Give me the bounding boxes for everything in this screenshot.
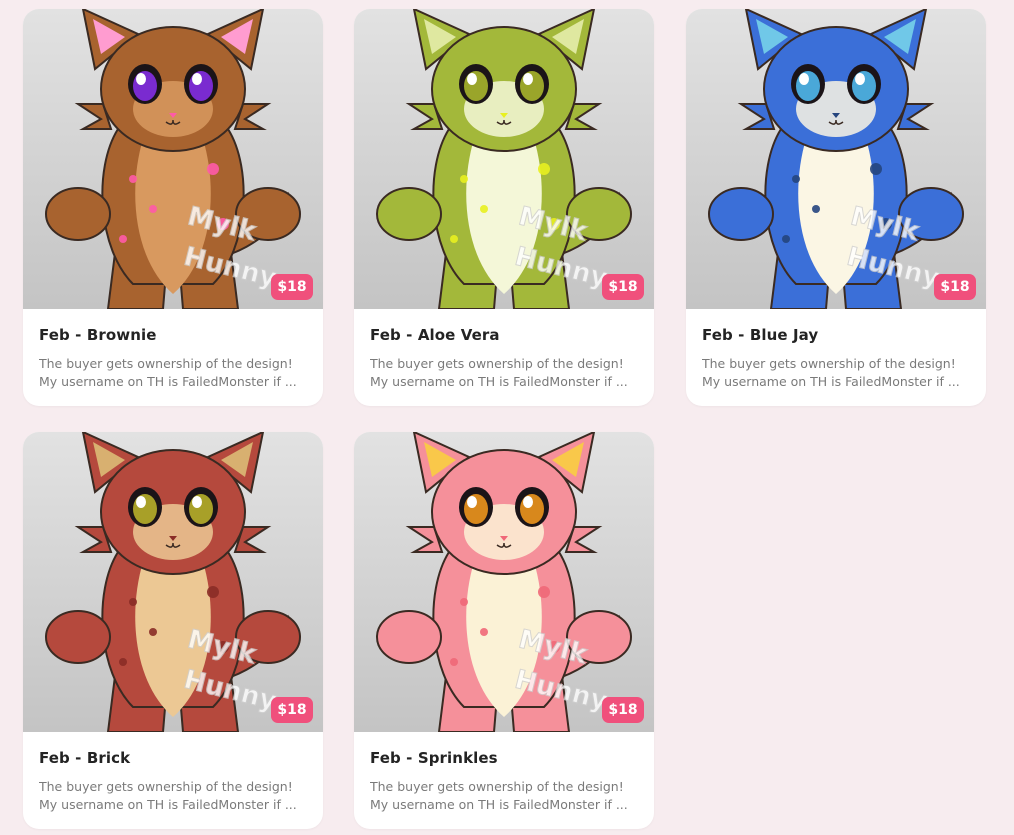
arm-shape	[45, 610, 111, 664]
accent-spot-shape	[480, 205, 488, 213]
product-description: The buyer gets ownership of the design! …	[39, 778, 307, 814]
eye-highlight-shape	[192, 73, 202, 85]
eye-highlight-shape	[523, 73, 533, 85]
description-line: The buyer gets ownership of the design!	[39, 356, 293, 371]
eye-highlight-shape	[467, 73, 477, 85]
price-badge: $18	[602, 274, 644, 300]
description-line: The buyer gets ownership of the design!	[702, 356, 956, 371]
accent-spot-shape	[480, 628, 488, 636]
accent-spot-shape	[812, 205, 820, 213]
accent-spot-shape	[129, 598, 137, 606]
price-badge: $18	[934, 274, 976, 300]
accent-spot-shape	[460, 598, 468, 606]
product-title[interactable]: Feb - Brick	[39, 749, 307, 767]
accent-spot-shape	[149, 205, 157, 213]
adopt-grid: Mylk Hunny $18 Feb - Brownie The buyer ge…	[0, 0, 1014, 835]
product-title[interactable]: Feb - Blue Jay	[702, 326, 970, 344]
accent-spot-shape	[450, 658, 458, 666]
accent-spot-shape	[782, 235, 790, 243]
arm-shape	[708, 187, 774, 241]
product-description: The buyer gets ownership of the design! …	[39, 355, 307, 391]
eye-highlight-shape	[192, 496, 202, 508]
eye-highlight-shape	[467, 496, 477, 508]
product-description: The buyer gets ownership of the design! …	[702, 355, 970, 391]
price-badge: $18	[271, 274, 313, 300]
product-card[interactable]: Mylk Hunny $18 Feb - Brick The buyer gets…	[23, 432, 323, 829]
description-line: My username on TH is FailedMonster if ..…	[39, 797, 297, 812]
accent-spot-shape	[460, 175, 468, 183]
eye-highlight-shape	[136, 496, 146, 508]
accent-spot-shape	[870, 163, 882, 175]
arm-shape	[376, 610, 442, 664]
eye-highlight-shape	[136, 73, 146, 85]
character-art: MylkHunny	[708, 9, 964, 309]
product-image[interactable]: Mylk Hunny $18	[23, 9, 323, 309]
accent-spot-shape	[149, 628, 157, 636]
product-card[interactable]: Mylk Hunny $18 Feb - Aloe Vera The buyer …	[354, 9, 654, 406]
arm-shape	[45, 187, 111, 241]
description-line: My username on TH is FailedMonster if ..…	[370, 797, 628, 812]
product-description: The buyer gets ownership of the design! …	[370, 355, 638, 391]
product-image[interactable]: Mylk Hunny $18	[354, 432, 654, 732]
product-title[interactable]: Feb - Aloe Vera	[370, 326, 638, 344]
description-line: My username on TH is FailedMonster if ..…	[702, 374, 960, 389]
product-image[interactable]: Mylk Hunny $18	[354, 9, 654, 309]
accent-spot-shape	[119, 235, 127, 243]
product-description: The buyer gets ownership of the design! …	[370, 778, 638, 814]
accent-spot-shape	[450, 235, 458, 243]
character-art: MylkHunny	[45, 9, 301, 309]
accent-spot-shape	[207, 586, 219, 598]
product-image[interactable]: Mylk Hunny $18	[23, 432, 323, 732]
product-card[interactable]: Mylk Hunny $18 Feb - Brownie The buyer ge…	[23, 9, 323, 406]
product-image[interactable]: Mylk Hunny $18	[686, 9, 986, 309]
price-badge: $18	[602, 697, 644, 723]
character-art: MylkHunny	[376, 9, 632, 309]
product-title[interactable]: Feb - Sprinkles	[370, 749, 638, 767]
accent-spot-shape	[129, 175, 137, 183]
character-art: MylkHunny	[45, 432, 301, 732]
description-line: The buyer gets ownership of the design!	[370, 356, 624, 371]
eye-highlight-shape	[855, 73, 865, 85]
price-badge: $18	[271, 697, 313, 723]
arm-shape	[376, 187, 442, 241]
description-line: The buyer gets ownership of the design!	[39, 779, 293, 794]
product-card[interactable]: Mylk Hunny $18 Feb - Blue Jay The buyer g…	[686, 9, 986, 406]
character-art: MylkHunny	[376, 432, 632, 732]
accent-spot-shape	[538, 163, 550, 175]
eye-highlight-shape	[799, 73, 809, 85]
description-line: My username on TH is FailedMonster if ..…	[39, 374, 297, 389]
accent-spot-shape	[792, 175, 800, 183]
accent-spot-shape	[538, 586, 550, 598]
eye-highlight-shape	[523, 496, 533, 508]
product-title[interactable]: Feb - Brownie	[39, 326, 307, 344]
description-line: The buyer gets ownership of the design!	[370, 779, 624, 794]
description-line: My username on TH is FailedMonster if ..…	[370, 374, 628, 389]
accent-spot-shape	[207, 163, 219, 175]
product-card[interactable]: Mylk Hunny $18 Feb - Sprinkles The buyer …	[354, 432, 654, 829]
accent-spot-shape	[119, 658, 127, 666]
